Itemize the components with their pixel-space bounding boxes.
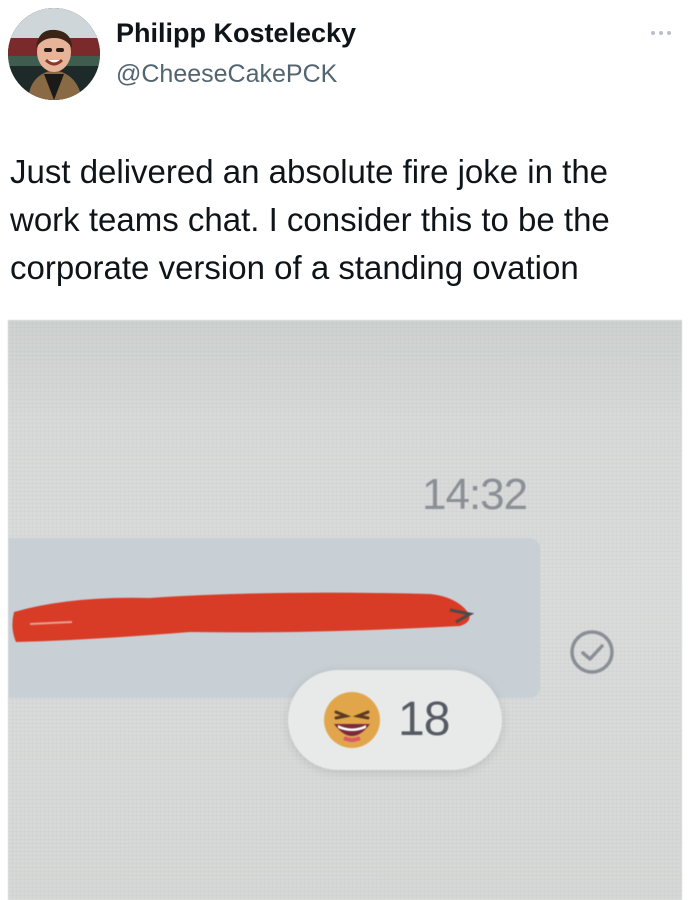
author-handle[interactable]: @CheeseCakePCK [116,60,337,89]
tweet-header: Philipp Kostelecky @CheeseCakePCK [0,0,690,110]
message-timestamp: 14:32 [422,470,528,519]
laughing-emoji-icon [324,692,380,748]
more-dot [651,31,655,35]
redaction-scribble [12,592,475,642]
reaction-button[interactable]: 18 [288,670,502,770]
author-avatar[interactable] [8,8,100,100]
tweet-text-line: Just delivered an absolute fire joke in … [10,153,609,190]
author-display-name[interactable]: Philipp Kostelecky [116,18,356,49]
tweet-text-line: work teams chat. I consider this to be t… [10,201,610,238]
check-circle-icon[interactable] [566,626,618,678]
more-dot [667,31,671,35]
tweet-media-photo[interactable]: 14:32 18 [8,320,682,900]
tweet-text: Just delivered an absolute fire joke in … [10,148,680,292]
more-options-icon[interactable] [644,22,678,44]
tweet-text-line: corporate version of a standing ovation [10,249,579,286]
reaction-count: 18 [398,693,450,746]
more-dot [659,31,663,35]
